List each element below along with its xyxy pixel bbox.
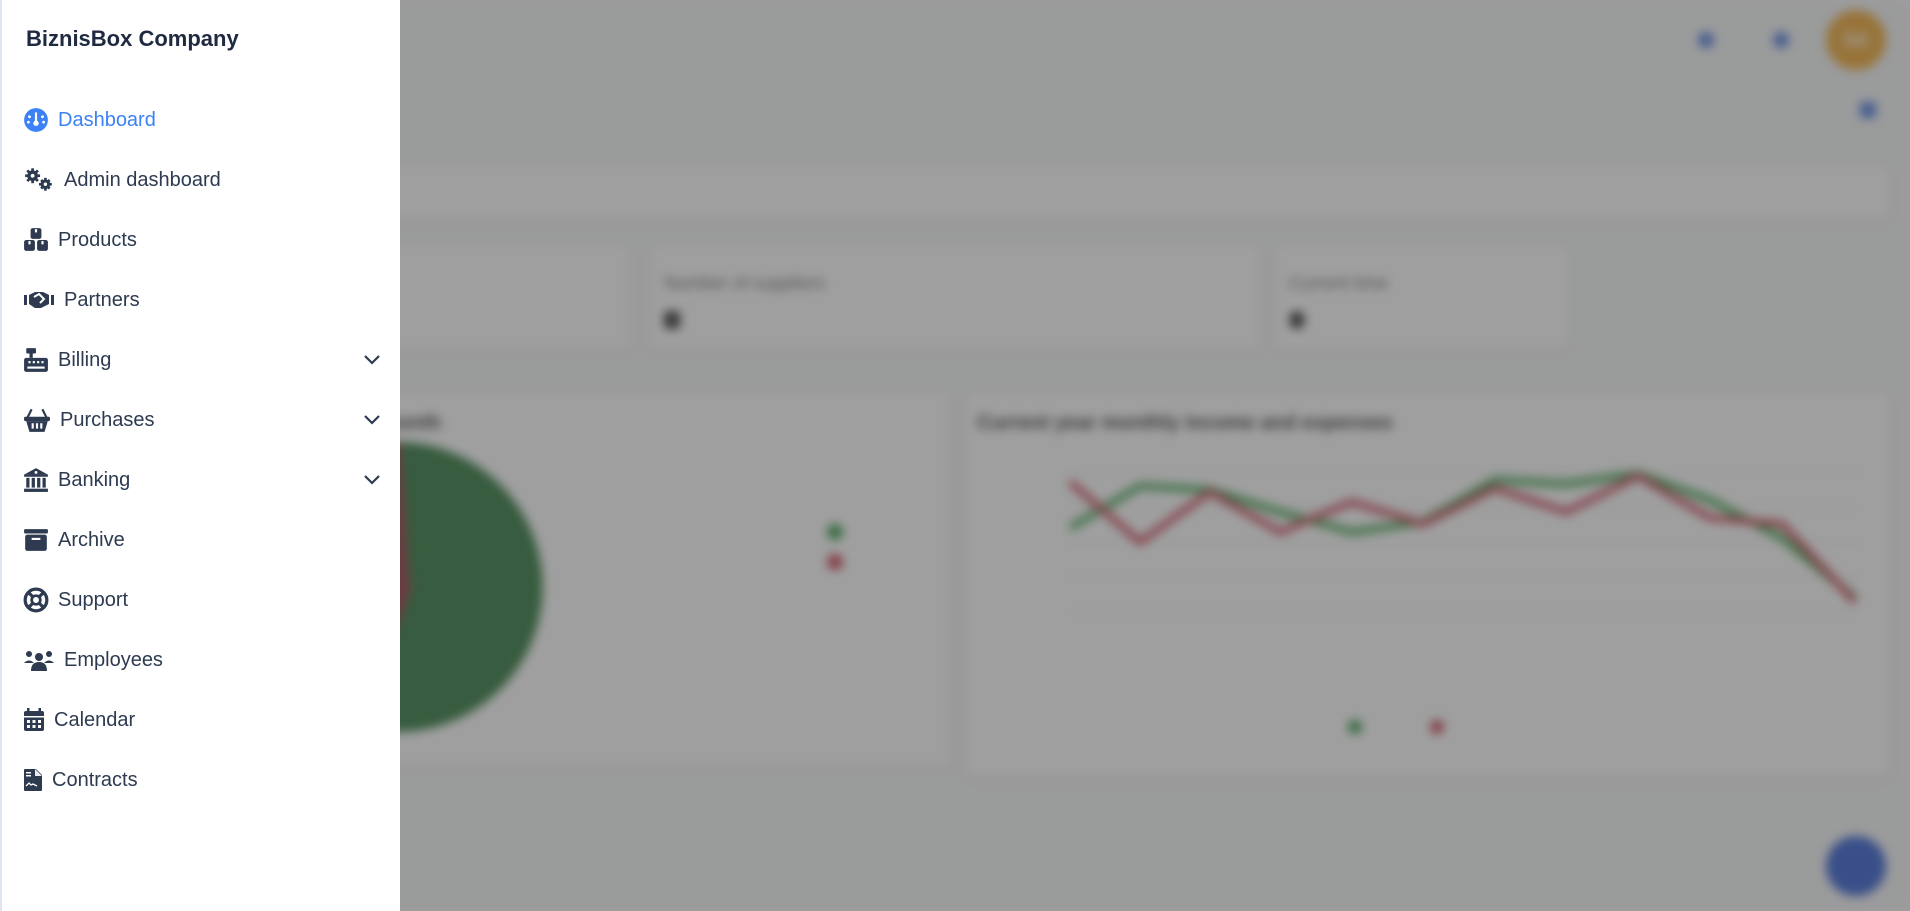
sidebar-item-products[interactable]: Products (2, 210, 402, 270)
sidebar-item-partners[interactable]: Partners (2, 270, 402, 330)
chevron-down-icon[interactable] (362, 350, 382, 370)
sidebar-item-purchases[interactable]: Purchases (2, 390, 402, 450)
sidebar-item-label: Products (58, 228, 137, 251)
archive-box-icon (22, 526, 50, 554)
sidebar-item-label: Support (58, 588, 129, 611)
cash-register-icon (22, 346, 50, 374)
basket-icon (22, 406, 52, 434)
sidebar-item-billing[interactable]: Billing (2, 330, 402, 390)
life-ring-icon (22, 586, 50, 614)
dashboard-gauge-icon (22, 106, 50, 134)
sidebar-item-label: Employees (64, 648, 163, 671)
chevron-down-icon[interactable] (362, 470, 382, 490)
sidebar-item-label: Admin dashboard (64, 168, 221, 191)
sidebar-item-label: Calendar (54, 708, 136, 731)
brand-title: BiznisBox Company (26, 26, 239, 51)
sidebar-item-dashboard[interactable]: Dashboard (2, 90, 402, 150)
calendar-icon (22, 706, 46, 734)
sidebar-item-employees[interactable]: Employees (2, 630, 402, 690)
sidebar-item-label: Purchases (60, 408, 155, 431)
sidebar-nav: Dashboard Admin dashboard Products Partn… (2, 90, 402, 810)
sidebar-drawer: BiznisBox Company Dashboard Admin dashbo… (0, 0, 400, 911)
sidebar-item-label: Archive (58, 528, 125, 551)
sidebar-item-label: Banking (58, 468, 131, 491)
sidebar-item-label: Contracts (52, 768, 138, 791)
boxes-icon (22, 226, 50, 254)
sidebar-item-calendar[interactable]: Calendar (2, 690, 402, 750)
sidebar-item-contracts[interactable]: Contracts (2, 750, 402, 810)
sidebar-item-support[interactable]: Support (2, 570, 402, 630)
sidebar-item-label: Dashboard (58, 108, 156, 131)
sidebar-item-label: Billing (58, 348, 112, 371)
sidebar-item-archive[interactable]: Archive (2, 510, 402, 570)
file-signature-icon (22, 766, 44, 794)
users-icon (22, 646, 56, 674)
chevron-down-icon[interactable] (362, 410, 382, 430)
sidebar-item-admin-dashboard[interactable]: Admin dashboard (2, 150, 402, 210)
gears-icon (22, 166, 56, 194)
sidebar-item-banking[interactable]: Banking (2, 450, 402, 510)
bank-icon (22, 466, 50, 494)
handshake-icon (22, 286, 56, 314)
sidebar-item-label: Partners (64, 288, 140, 311)
